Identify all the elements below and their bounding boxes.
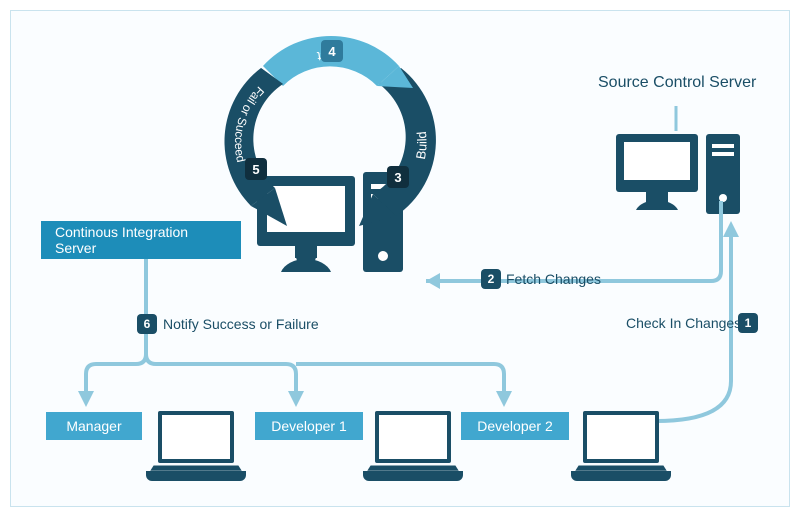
step-label-6: Notify Success or Failure [163,316,319,332]
svg-text:3: 3 [394,170,401,185]
svg-text:4: 4 [328,44,336,59]
cycle-arrows: Build Test Fail or Succeed 3 4 5 [201,26,461,276]
laptop-icon [363,411,463,481]
laptop-icon [146,411,246,481]
notify-arrows [66,259,566,419]
role-manager: Manager [46,412,142,440]
role-dev1: Developer 1 [255,412,363,440]
diagram-frame: Source Control Server Continous Integrat… [10,10,790,507]
laptop-icon [571,411,671,481]
svg-text:Build: Build [413,131,430,161]
source-control-label: Source Control Server [598,74,756,92]
step-label-1: Check In Changes [626,315,741,331]
role-dev2: Developer 2 [461,412,569,440]
svg-text:5: 5 [252,162,259,177]
workstation-icon [606,106,756,226]
step-badge-6: 6 [137,314,157,334]
